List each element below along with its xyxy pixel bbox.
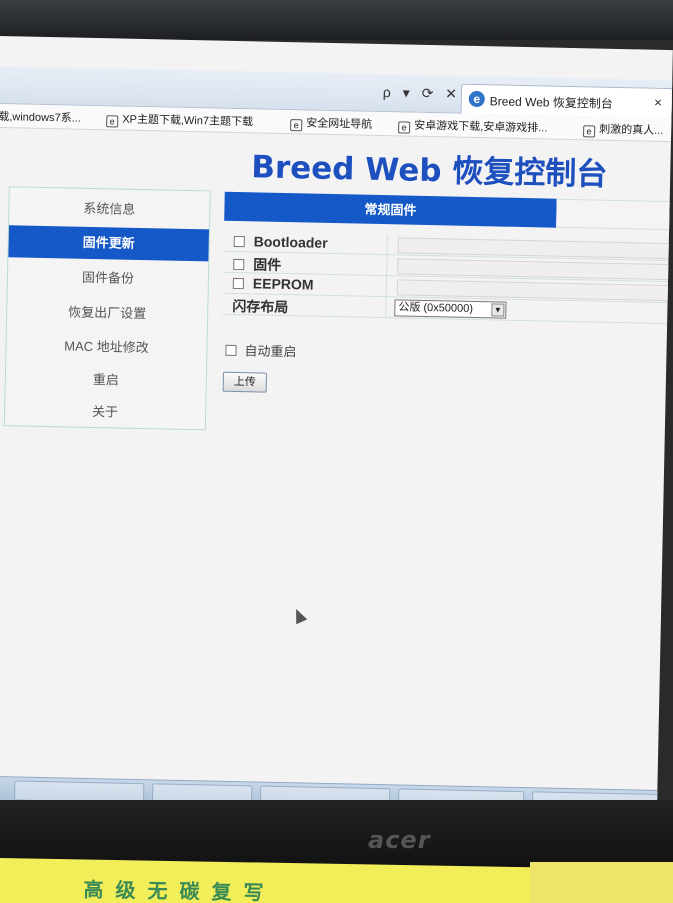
sidebar-item-about[interactable]: 关于 (5, 394, 206, 430)
row-divider (385, 297, 387, 319)
flash-layout-value: 公版 (0x50000) (398, 301, 474, 315)
firmware-checkbox[interactable] (233, 258, 245, 271)
photo-background (0, 0, 673, 40)
section-header-filler (556, 198, 673, 231)
sidebar-item-system-info[interactable]: 系统信息 (9, 191, 210, 227)
flash-layout-label: 闪存布局 (232, 297, 289, 316)
sidebar: 系统信息 固件更新 固件备份 恢复出厂设置 MAC 地址修改 重启 关于 (3, 186, 211, 431)
firmware-label[interactable]: 固件 (233, 254, 281, 275)
firmware-form: Bootloader 固件 EEPROM 闪存布局 公版 (0x50000) ▼ (222, 230, 673, 325)
chevron-down-icon[interactable]: ▼ (491, 303, 505, 317)
eeprom-checkbox[interactable] (232, 277, 244, 290)
eeprom-label[interactable]: EEPROM (232, 275, 314, 293)
bootloader-checkbox[interactable] (233, 235, 245, 248)
browser-tab[interactable]: e Breed Web 恢复控制台 × (460, 83, 673, 119)
sticker-text: 高级无碳复写 (83, 877, 276, 903)
row-divider (386, 255, 388, 277)
favorite-link[interactable]: e 安卓游戏下载,安卓游戏排... (398, 116, 548, 136)
monitor-brand-logo: acer (368, 826, 431, 854)
tab-title: Breed Web 恢复控制台 (489, 94, 614, 111)
flash-layout-select[interactable]: 公版 (0x50000) ▼ (394, 299, 507, 319)
sidebar-item-reboot[interactable]: 重启 (5, 362, 206, 398)
favorite-link[interactable]: e 安全网址导航 (290, 114, 372, 133)
page-title: Breed Web 恢复控制台 (250, 149, 608, 193)
row-divider (386, 234, 388, 256)
sidebar-item-firmware-update[interactable]: 固件更新 (8, 225, 209, 262)
screen: ρ ▾ ⟳ ✕ e Breed Web 恢复控制台 × 载,windows7系.… (0, 36, 673, 820)
page-icon: e (398, 121, 411, 134)
section-header: 常规固件 (224, 191, 557, 228)
auto-reboot-label: 自动重启 (244, 343, 297, 360)
mouse-cursor-icon (290, 606, 308, 625)
sidebar-item-factory-reset[interactable]: 恢复出厂设置 (7, 295, 208, 331)
bootloader-label[interactable]: Bootloader (233, 233, 328, 251)
upload-button[interactable]: 上传 (222, 371, 268, 393)
ie-icon: e (468, 90, 485, 108)
sidebar-item-mac-address[interactable]: MAC 地址修改 (6, 329, 207, 365)
page-icon: e (290, 119, 303, 132)
tab-close-icon[interactable]: × (654, 95, 662, 110)
row-divider (385, 276, 388, 298)
yellow-paper (530, 862, 673, 903)
page-icon: e (583, 125, 596, 138)
favorite-link[interactable]: 载,windows7系... (0, 108, 81, 126)
auto-reboot-option[interactable]: 自动重启 (225, 340, 297, 360)
favorite-link[interactable]: e 刺激的真人... (583, 120, 664, 139)
sidebar-item-firmware-backup[interactable]: 固件备份 (8, 260, 209, 296)
auto-reboot-checkbox[interactable] (225, 344, 237, 357)
page-icon: e (106, 115, 119, 128)
favorite-link[interactable]: e XP主题下载,Win7主题下载 (106, 110, 253, 130)
address-bar-controls[interactable]: ρ ▾ ⟳ ✕ (383, 84, 461, 103)
